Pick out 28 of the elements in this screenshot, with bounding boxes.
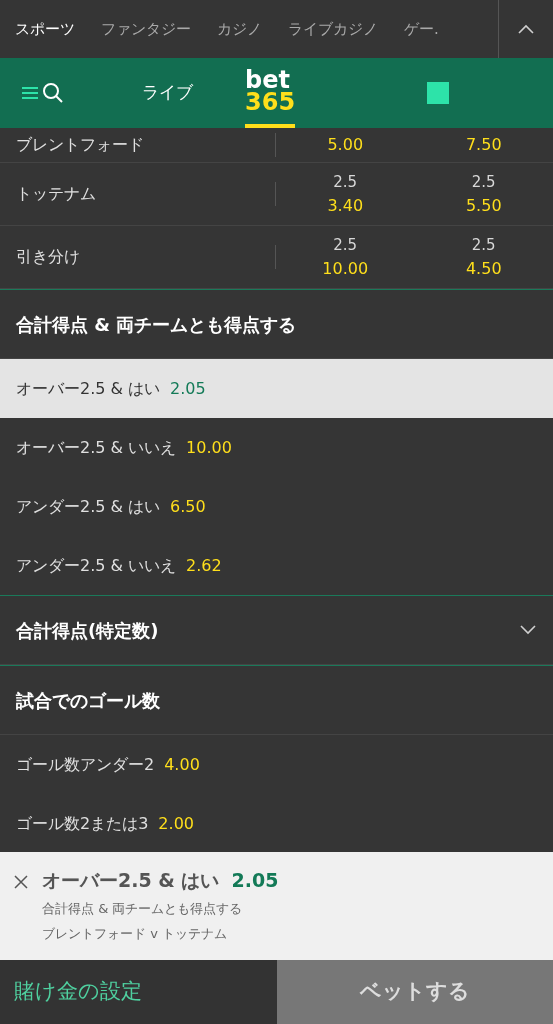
close-icon[interactable] (14, 875, 28, 889)
odds-cell[interactable]: 2.5 10.00 (276, 233, 415, 281)
collapse-icon[interactable] (517, 24, 535, 34)
search-icon[interactable] (42, 82, 64, 104)
selection-row[interactable]: オーバー2.5 & はい 2.05 (0, 359, 553, 418)
expand-chevron-icon[interactable] (519, 625, 537, 635)
nav-tab[interactable]: スポーツ (15, 17, 75, 41)
slip-selection: オーバー2.5 & はい (42, 868, 220, 893)
odds-cell[interactable]: 7.50 (414, 133, 553, 157)
nav-tab[interactable]: ファンタジー (101, 17, 191, 41)
odds-cell[interactable]: 2.5 3.40 (276, 170, 415, 218)
account-icon[interactable] (427, 82, 450, 104)
team-name: トッテナム (0, 182, 276, 206)
team-name: 引き分け (0, 245, 276, 269)
market-header[interactable]: 合計得点(特定数) (0, 596, 553, 665)
bet365-logo[interactable]: bet 365 (245, 58, 296, 128)
odds-cell[interactable]: 2.5 4.50 (414, 233, 553, 281)
nav-tab[interactable]: ライブカジノ (288, 17, 378, 41)
odds-cell[interactable]: 5.00 (276, 133, 415, 157)
nav-tab[interactable]: ゲー. (404, 17, 439, 41)
live-tab[interactable]: ライブ (142, 80, 193, 106)
nav-tab[interactable]: カジノ (217, 17, 262, 41)
menu-icon[interactable] (22, 86, 38, 100)
odds-cell[interactable]: 2.5 5.50 (414, 170, 553, 218)
team-name: ブレントフォード (0, 133, 276, 157)
slip-odds: 2.05 (231, 868, 279, 893)
slip-event: ブレントフォード v トッテナム (42, 925, 228, 943)
slip-market: 合計得点 & 両チームとも得点する (42, 899, 244, 918)
